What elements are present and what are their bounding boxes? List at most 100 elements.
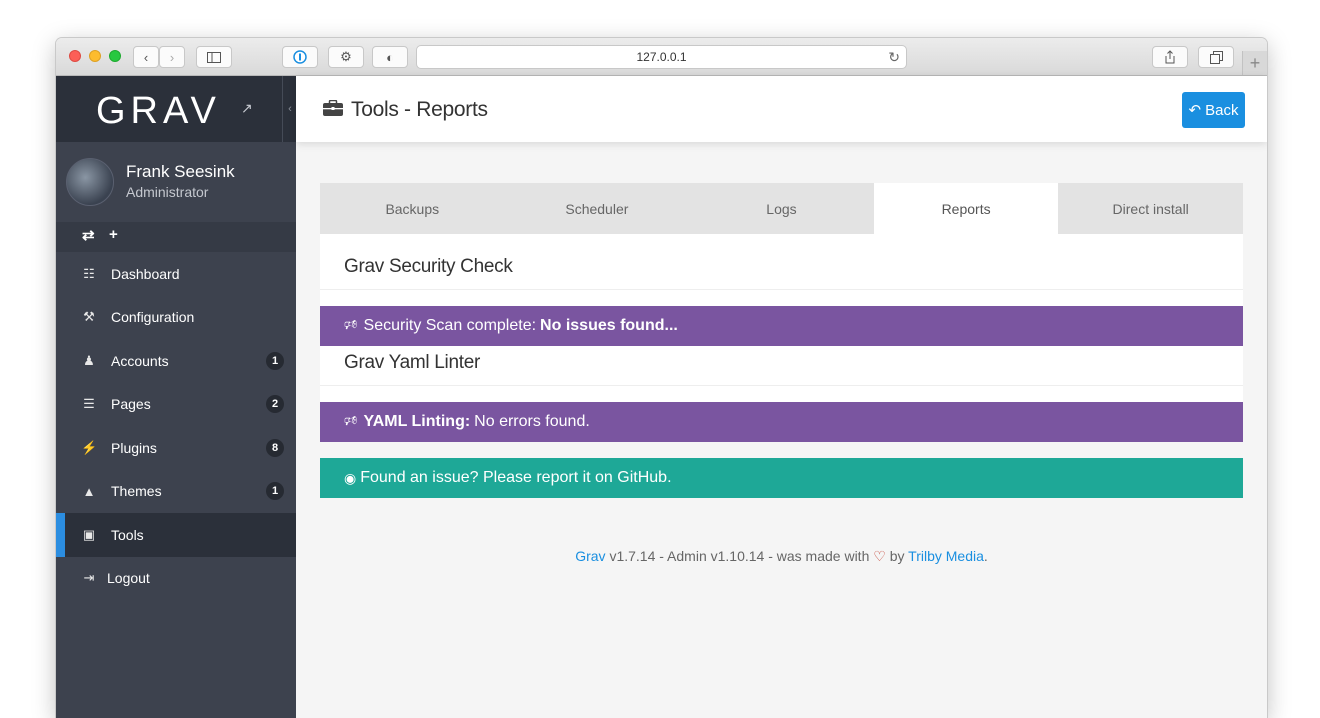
yaml-msg-bold: YAML Linting: — [363, 413, 471, 430]
grav-link[interactable]: Grav — [575, 548, 605, 564]
quick-actions: ⇄ + — [56, 222, 296, 252]
user-role: Administrator — [126, 184, 209, 200]
share-icon — [1165, 50, 1175, 64]
back-button[interactable]: ↶ Back — [1182, 92, 1245, 128]
privacy-extension-button[interactable]: ◐ — [372, 46, 408, 68]
minimize-window-button[interactable] — [89, 50, 101, 62]
extension-button[interactable]: ⚙ — [328, 46, 364, 68]
count-badge: 1 — [266, 351, 284, 370]
new-tab-button[interactable]: + — [1242, 51, 1267, 75]
divider — [320, 289, 1243, 290]
sync-icon[interactable]: ⇄ — [82, 226, 95, 244]
users-icon: ♟ — [83, 352, 95, 368]
onepassword-icon — [293, 50, 307, 64]
sidebar-item-label: Configuration — [111, 309, 195, 326]
tabs-icon — [1209, 50, 1223, 64]
bullhorn-icon: 🕫 — [344, 412, 358, 428]
github-icon: ◉ — [344, 469, 357, 486]
url-text: 127.0.0.1 — [636, 50, 687, 64]
briefcase-icon: ▣ — [82, 526, 96, 542]
sidebar-item-label: Themes — [111, 483, 162, 500]
tab-backups[interactable]: Backups — [320, 183, 505, 234]
sidebar: GRAV ↗ ‹ Frank Seesink Administrator ⇄ +… — [56, 76, 297, 718]
chevron-right-icon: › — [169, 49, 175, 65]
security-msg-bold: No issues found... — [540, 317, 678, 334]
forward-nav-button[interactable]: › — [159, 46, 185, 68]
share-button[interactable] — [1152, 46, 1188, 68]
sidebar-item-dashboard[interactable]: ☷ Dashboard — [56, 252, 296, 296]
tab-reports[interactable]: Reports — [873, 183, 1059, 234]
sidebar-item-label: Tools — [111, 526, 144, 543]
yaml-section: Grav Yaml Linter — [320, 346, 1243, 402]
bullhorn-icon: 🕫 — [344, 316, 358, 332]
reply-icon: ↶ — [1188, 102, 1202, 119]
plus-icon[interactable]: + — [109, 226, 118, 243]
footer-period: . — [983, 548, 988, 564]
avatar[interactable] — [66, 158, 114, 206]
sidebar-item-label: Pages — [111, 396, 151, 413]
plug-icon: ⚡ — [81, 439, 98, 455]
trilby-media-link[interactable]: Trilby Media — [908, 548, 984, 564]
tabs-overview-button[interactable] — [1198, 46, 1234, 68]
chevron-left-icon: ‹ — [288, 103, 292, 115]
wrench-icon: ⚒ — [83, 309, 95, 325]
tab-scheduler[interactable]: Scheduler — [505, 183, 690, 234]
sidebar-item-plugins[interactable]: ⚡ Plugins 8 — [56, 426, 296, 470]
plus-icon: + — [1249, 52, 1261, 73]
sidebar-item-label: Plugins — [111, 439, 157, 456]
address-bar[interactable]: 127.0.0.1 ↻ — [416, 45, 907, 69]
chevron-left-icon: ‹ — [143, 49, 149, 65]
user-name[interactable]: Frank Seesink — [126, 162, 235, 182]
yaml-msg-rest: No errors found. — [474, 413, 590, 430]
tools-tabs: Backups Scheduler Logs Reports Direct in… — [320, 183, 1243, 234]
password-extension-button[interactable] — [282, 46, 318, 68]
count-badge: 2 — [266, 395, 284, 414]
page-header: Tools - Reports ↶ Back — [296, 76, 1267, 142]
sidebar-item-label: Logout — [107, 570, 150, 587]
sidebar-item-label: Accounts — [111, 352, 169, 369]
tint-icon: ▲ — [82, 483, 96, 499]
logo-area: GRAV ↗ — [56, 76, 296, 142]
heart-icon: ♡ — [873, 548, 886, 564]
sidebar-item-accounts[interactable]: ♟ Accounts 1 — [56, 339, 296, 383]
sign-out-icon: ⇥ — [83, 570, 95, 586]
user-panel[interactable]: Frank Seesink Administrator — [56, 142, 296, 223]
grav-logo[interactable]: GRAV — [96, 90, 221, 133]
security-section: Grav Security Check — [320, 234, 1243, 306]
browser-toolbar: ‹ › ⚙ ◐ 127.0.0.1 ↻ + — [56, 38, 1267, 76]
tab-logs[interactable]: Logs — [689, 183, 874, 234]
sidebar-item-configuration[interactable]: ⚒ Configuration — [56, 296, 296, 340]
half-circle-icon: ◐ — [386, 49, 394, 65]
zoom-window-button[interactable] — [109, 50, 121, 62]
yaml-notice: 🕫 YAML Linting: No errors found. — [320, 402, 1243, 442]
sidebar-item-logout[interactable]: ⇥ Logout — [56, 557, 296, 601]
external-link-icon[interactable]: ↗ — [241, 100, 253, 117]
sidebar-item-label: Dashboard — [111, 265, 180, 282]
file-icon: ☰ — [83, 396, 95, 412]
sidebar-collapse-button[interactable]: ‹ — [282, 76, 297, 142]
browser-window: ‹ › ⚙ ◐ 127.0.0.1 ↻ + GRAV ↗ ‹ Frank See… — [56, 38, 1267, 718]
sidebar-nav: ☷ Dashboard ⚒ Configuration ♟ Accounts 1… — [56, 252, 296, 600]
count-badge: 8 — [266, 438, 284, 457]
security-notice: 🕫 Security Scan complete: No issues foun… — [320, 306, 1243, 346]
tab-direct-install[interactable]: Direct install — [1058, 183, 1243, 234]
count-badge: 1 — [266, 482, 284, 501]
page-title: Tools - Reports — [351, 98, 488, 121]
yaml-title: Grav Yaml Linter — [344, 352, 480, 373]
footer: Grav v1.7.14 - Admin v1.10.14 - was made… — [320, 548, 1243, 565]
briefcase-icon — [323, 100, 343, 116]
sidebar-item-pages[interactable]: ☰ Pages 2 — [56, 383, 296, 427]
sidebar-icon — [207, 51, 221, 63]
divider — [320, 385, 1243, 386]
reload-icon[interactable]: ↻ — [888, 49, 900, 66]
back-nav-button[interactable]: ‹ — [133, 46, 159, 68]
security-title: Grav Security Check — [344, 256, 513, 277]
close-window-button[interactable] — [69, 50, 81, 62]
sidebar-toggle-button[interactable] — [196, 46, 232, 68]
github-notice[interactable]: ◉ Found an issue? Please report it on Gi… — [320, 458, 1243, 498]
sidebar-item-tools[interactable]: ▣ Tools — [56, 513, 296, 557]
footer-version-text: v1.7.14 - Admin v1.10.14 - was made with — [609, 548, 870, 564]
security-msg-prefix: Security Scan complete: — [363, 317, 537, 334]
github-msg[interactable]: Found an issue? Please report it on GitH… — [360, 469, 671, 487]
sidebar-item-themes[interactable]: ▲ Themes 1 — [56, 470, 296, 514]
